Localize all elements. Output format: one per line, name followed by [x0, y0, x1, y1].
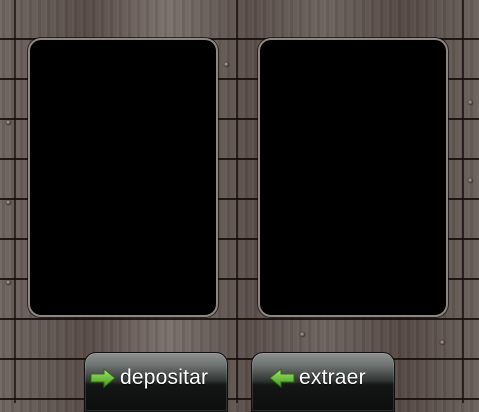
nail — [6, 120, 11, 125]
nail — [468, 100, 473, 105]
arrow-right-icon — [89, 368, 117, 388]
wood-seam — [462, 0, 464, 403]
wood-seam — [14, 0, 16, 403]
card-slot-right[interactable] — [258, 38, 448, 317]
deposit-button-label: depositar — [120, 366, 209, 389]
withdraw-button-label: extraer — [299, 366, 366, 389]
card-slot-left[interactable] — [28, 38, 218, 317]
nail — [440, 340, 445, 345]
arrow-left-icon — [268, 368, 296, 388]
nail — [224, 62, 229, 67]
withdraw-button[interactable]: extraer — [251, 352, 395, 412]
wood-background: { "buttons": { "deposit": { "label": "de… — [0, 0, 479, 412]
deposit-button[interactable]: depositar — [84, 352, 228, 412]
nail — [6, 200, 11, 205]
wood-seam — [236, 0, 238, 403]
nail — [300, 332, 305, 337]
nail — [468, 178, 473, 183]
nail — [6, 280, 11, 285]
